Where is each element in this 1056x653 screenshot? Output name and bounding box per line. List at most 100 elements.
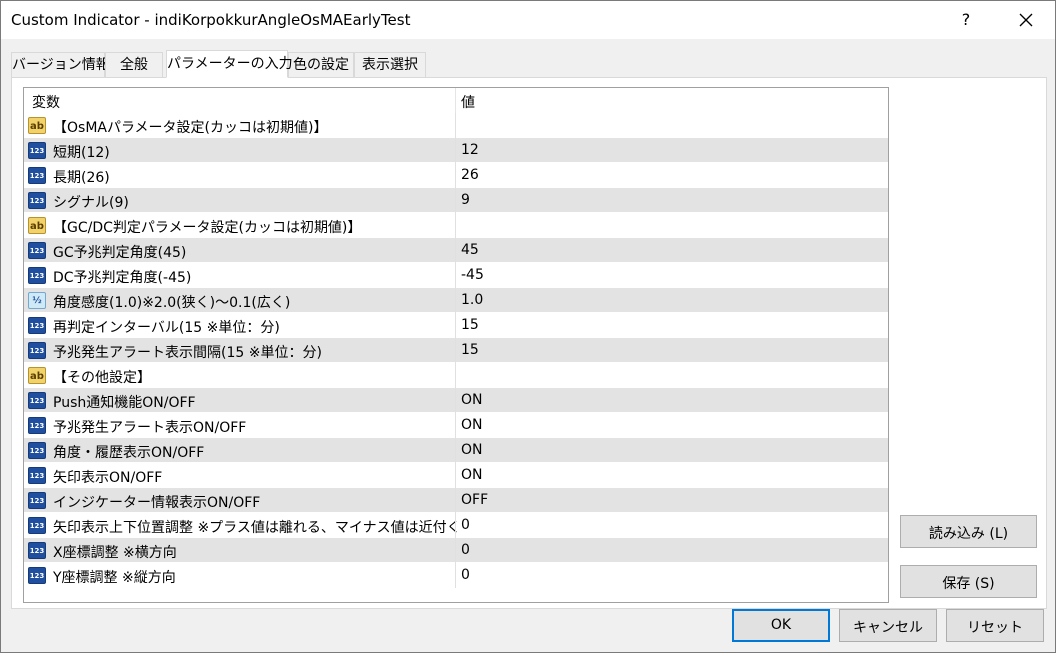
table-row[interactable]: ab 【GC/DC判定パラメータ設定(カッコは初期値)】 (24, 213, 888, 238)
variable-name: インジケーター情報表示ON/OFF (53, 495, 261, 511)
ok-button-label: OK (770, 617, 792, 633)
table-row[interactable]: 123 DC予兆判定角度(-45) -45 (24, 263, 888, 288)
table-row[interactable]: 123 Y座標調整 ※縦方向 0 (24, 563, 888, 588)
table-row[interactable]: 123 Push通知機能ON/OFF ON (24, 388, 888, 413)
variable-name: DC予兆判定角度(-45) (53, 270, 192, 286)
header-variable[interactable]: 変数 (32, 92, 60, 112)
variable-value[interactable]: 15 (461, 317, 479, 333)
variable-value[interactable]: ON (461, 417, 483, 433)
save-button-label: 保存 (S) (942, 576, 995, 592)
cell-divider (455, 488, 456, 513)
variable-name: 矢印表示上下位置調整 ※プラス値は離れる、マイナス値は近付く (53, 520, 461, 536)
cell-divider (455, 513, 456, 538)
variable-value[interactable]: ON (461, 442, 483, 458)
variable-value[interactable]: 15 (461, 342, 479, 358)
load-button-label: 読み込み (L) (928, 526, 1009, 542)
integer-type-icon: 123 (28, 192, 46, 209)
variable-value[interactable]: 12 (461, 142, 479, 158)
variable-name: 再判定インターバル(15 ※単位：分) (53, 320, 280, 336)
table-row[interactable]: ab 【OsMAパラメータ設定(カッコは初期値)】 (24, 113, 888, 138)
ok-button[interactable]: OK (732, 609, 830, 642)
variable-value[interactable]: 0 (461, 567, 470, 583)
tab-parameters[interactable]: パラメーターの入力 (166, 50, 293, 78)
table-row[interactable]: 123 再判定インターバル(15 ※単位：分) 15 (24, 313, 888, 338)
integer-type-icon: 123 (28, 467, 46, 484)
close-button[interactable] (1006, 5, 1046, 35)
table-row[interactable]: 123 X座標調整 ※横方向 0 (24, 538, 888, 563)
cell-divider (455, 188, 456, 213)
variable-name: GC予兆判定角度(45) (53, 245, 187, 261)
variable-value[interactable]: -45 (461, 267, 484, 283)
variable-value[interactable]: OFF (461, 492, 488, 508)
cell-divider (455, 388, 456, 413)
table-row[interactable]: 123 矢印表示上下位置調整 ※プラス値は離れる、マイナス値は近付く 0 (24, 513, 888, 538)
tab-general[interactable]: 全般 (105, 52, 163, 77)
header-value[interactable]: 値 (461, 92, 475, 112)
cancel-button[interactable]: キャンセル (839, 609, 937, 642)
cell-divider (455, 138, 456, 163)
variable-value[interactable]: ON (461, 467, 483, 483)
cell-divider (455, 288, 456, 313)
help-button[interactable]: ? (951, 5, 981, 35)
variable-name: シグナル(9) (53, 195, 129, 211)
integer-type-icon: 123 (28, 317, 46, 334)
header-divider[interactable] (455, 88, 456, 113)
table-row[interactable]: 123 角度・履歴表示ON/OFF ON (24, 438, 888, 463)
cell-divider (455, 363, 456, 388)
variable-name: 予兆発生アラート表示間隔(15 ※単位：分) (53, 345, 322, 361)
grid-rows: ab 【OsMAパラメータ設定(カッコは初期値)】 123 短期(12) 12 123 長期… (24, 113, 888, 588)
table-row[interactable]: 123 インジケーター情報表示ON/OFF OFF (24, 488, 888, 513)
table-row[interactable]: 123 シグナル(9) 9 (24, 188, 888, 213)
tab-display-select[interactable]: 表示選択 (354, 52, 426, 77)
load-button[interactable]: 読み込み (L) (900, 515, 1037, 548)
close-icon (1019, 13, 1033, 27)
save-button[interactable]: 保存 (S) (900, 565, 1037, 598)
variable-value[interactable]: 0 (461, 517, 470, 533)
variable-name: 短期(12) (53, 145, 110, 161)
variable-name: 【OsMAパラメータ設定(カッコは初期値)】 (53, 120, 328, 136)
integer-type-icon: 123 (28, 167, 46, 184)
variable-value[interactable]: 45 (461, 242, 479, 258)
table-row[interactable]: 123 長期(26) 26 (24, 163, 888, 188)
cancel-button-label: キャンセル (853, 620, 923, 636)
variable-name: 長期(26) (53, 170, 110, 186)
table-row[interactable]: 123 GC予兆判定角度(45) 45 (24, 238, 888, 263)
variable-value[interactable]: 26 (461, 167, 479, 183)
integer-type-icon: 123 (28, 342, 46, 359)
variable-name: 角度感度(1.0)※2.0(狭く)～0.1(広く) (53, 295, 291, 311)
table-row[interactable]: ½ 角度感度(1.0)※2.0(狭く)～0.1(広く) 1.0 (24, 288, 888, 313)
variable-name: 矢印表示ON/OFF (53, 470, 163, 486)
string-type-icon: ab (28, 217, 46, 234)
table-row[interactable]: 123 予兆発生アラート表示ON/OFF ON (24, 413, 888, 438)
table-row[interactable]: 123 矢印表示ON/OFF ON (24, 463, 888, 488)
reset-button[interactable]: リセット (946, 609, 1044, 642)
variable-value[interactable]: ON (461, 392, 483, 408)
cell-divider (455, 263, 456, 288)
tab-version-info[interactable]: バージョン情報 (11, 52, 110, 77)
cell-divider (455, 463, 456, 488)
variable-value[interactable]: 1.0 (461, 292, 483, 308)
cell-divider (455, 113, 456, 138)
tab-strip: バージョン情報 全般 パラメーターの入力 色の設定 表示選択 (11, 50, 1051, 78)
window-title: Custom Indicator - indiKorpokkurAngleOsM… (11, 11, 411, 29)
cell-divider (455, 438, 456, 463)
integer-type-icon: 123 (28, 417, 46, 434)
cell-divider (455, 213, 456, 238)
cell-divider (455, 563, 456, 588)
variable-name: 【GC/DC判定パラメータ設定(カッコは初期値)】 (53, 220, 362, 236)
integer-type-icon: 123 (28, 242, 46, 259)
integer-type-icon: 123 (28, 267, 46, 284)
table-row[interactable]: 123 予兆発生アラート表示間隔(15 ※単位：分) 15 (24, 338, 888, 363)
tab-colors[interactable]: 色の設定 (288, 52, 354, 77)
cell-divider (455, 238, 456, 263)
title-bar: Custom Indicator - indiKorpokkurAngleOsM… (1, 1, 1055, 39)
variable-name: X座標調整 ※横方向 (53, 545, 177, 561)
parameter-grid: 変数 値 ab 【OsMAパラメータ設定(カッコは初期値)】 123 短期(12) 12… (23, 87, 889, 603)
table-row[interactable]: ab 【その他設定】 (24, 363, 888, 388)
double-type-icon: ½ (28, 292, 46, 309)
integer-type-icon: 123 (28, 567, 46, 584)
variable-value[interactable]: 0 (461, 542, 470, 558)
table-row[interactable]: 123 短期(12) 12 (24, 138, 888, 163)
variable-name: Y座標調整 ※縦方向 (53, 570, 176, 586)
variable-value[interactable]: 9 (461, 192, 470, 208)
